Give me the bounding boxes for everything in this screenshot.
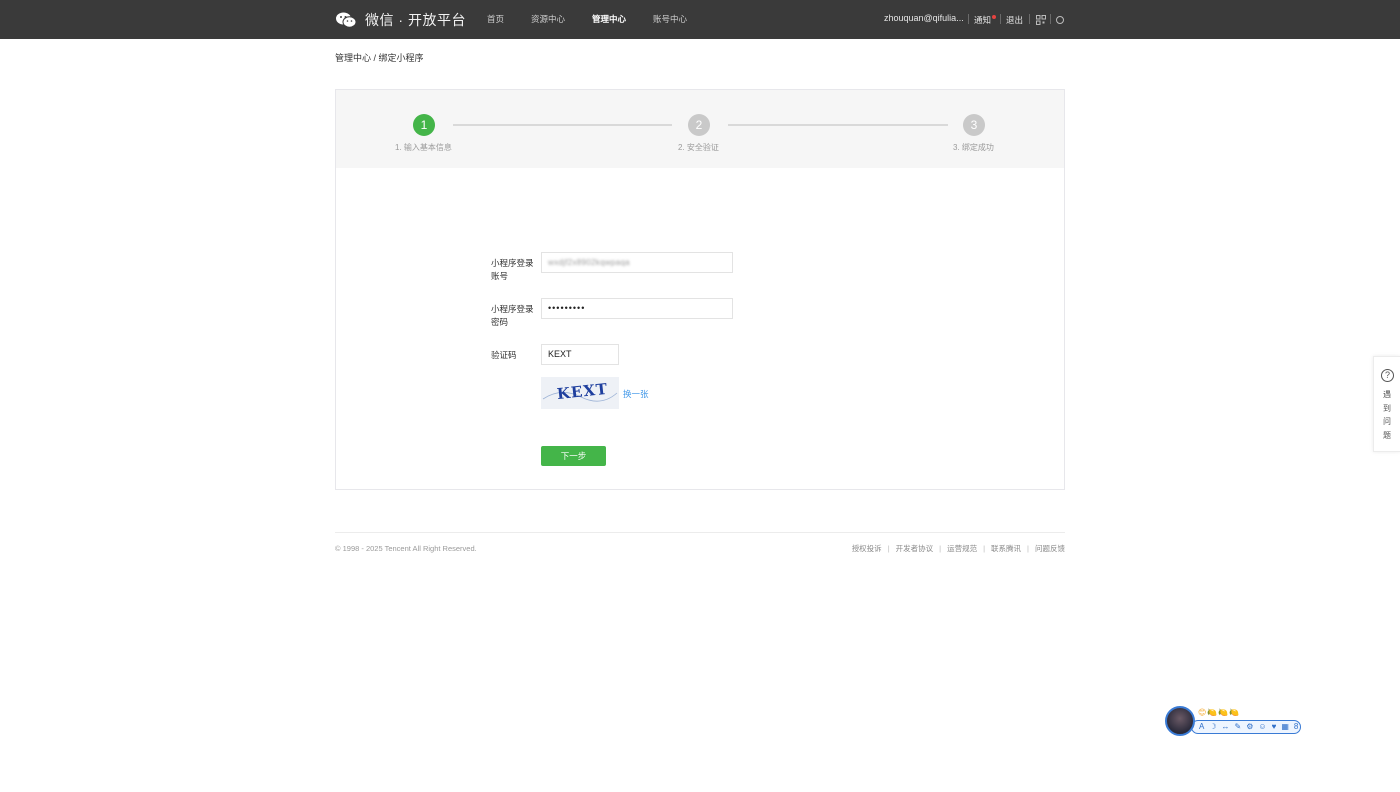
divider: |: [887, 544, 890, 553]
translate-icon[interactable]: ↔: [1222, 722, 1230, 732]
wechat-logo[interactable]: 微信 · 开放平台: [335, 9, 466, 31]
nav-management-center[interactable]: 管理中心: [592, 13, 626, 25]
footer-link-report[interactable]: 授权投诉: [852, 544, 882, 553]
footer-link-feedback[interactable]: 问题反馈: [1035, 544, 1065, 553]
floating-toolbar-widget[interactable]: A ☽ ↔ ✎ ⚙ ☺ ♥ ▦ 8 😊🍋🍋🍋: [1165, 706, 1303, 738]
user-account[interactable]: zhouquan@qifulia...: [884, 13, 964, 23]
divider: [1029, 14, 1030, 24]
footer-link-operation-rules[interactable]: 运营规范: [947, 544, 977, 553]
footer-link-developer-agreement[interactable]: 开发者协议: [896, 544, 934, 553]
bind-miniprogram-panel: 1 1. 输入基本信息 2 2. 安全验证 3 3. 绑定成功: [335, 89, 1065, 490]
settings-icon[interactable]: [1056, 16, 1064, 24]
password-value: •••••••••: [548, 303, 586, 313]
avatar[interactable]: [1165, 706, 1195, 736]
question-icon: ?: [1381, 369, 1394, 382]
number-icon[interactable]: 8: [1294, 722, 1298, 732]
step-2-label: 2. 安全验证: [678, 143, 719, 152]
divider: [1000, 14, 1001, 24]
captcha-image-text: KEXT: [556, 380, 609, 403]
step-3-label: 3. 绑定成功: [953, 143, 994, 152]
divider: |: [983, 544, 986, 553]
captcha-image[interactable]: KEXT: [541, 377, 619, 409]
password-label: 小程序登录密码: [491, 304, 534, 327]
divider: [1050, 14, 1051, 24]
smile-icon[interactable]: ☺: [1258, 722, 1266, 732]
font-icon[interactable]: A: [1199, 722, 1204, 732]
step-1-circle: 1: [413, 114, 435, 136]
account-input[interactable]: wxdjf2x8902kqwpaqa: [541, 252, 733, 273]
step-connector: [453, 124, 672, 126]
notice-badge-dot: [992, 15, 996, 19]
captcha-input[interactable]: KEXT: [541, 344, 619, 365]
nav-home[interactable]: 首页: [487, 13, 504, 25]
help-text: 遇到问题: [1383, 390, 1391, 440]
captcha-label: 验证码: [491, 350, 517, 360]
account-label: 小程序登录账号: [491, 258, 534, 281]
qrcode-icon[interactable]: [1036, 15, 1046, 25]
change-captcha-link[interactable]: 换一张: [623, 388, 649, 400]
breadcrumb: 管理中心 / 绑定小程序: [335, 53, 424, 63]
password-input[interactable]: •••••••••: [541, 298, 733, 319]
captcha-graphic: KEXT: [542, 380, 618, 403]
footer-links: 授权投诉 | 开发者协议 | 运营规范 | 联系腾讯 | 问题反馈: [852, 543, 1065, 554]
divider: |: [1027, 544, 1029, 553]
logout-link[interactable]: 退出: [1006, 14, 1023, 26]
wechat-icon: [336, 12, 357, 28]
help-float-button[interactable]: ? 遇到问题: [1373, 356, 1400, 452]
emoji-row: 😊🍋🍋🍋: [1198, 708, 1241, 717]
step-3-circle: 3: [963, 114, 985, 136]
footer-divider: [335, 532, 1065, 533]
step-1-label: 1. 输入基本信息: [395, 143, 452, 152]
step-connector: [728, 124, 948, 126]
nav-account-center[interactable]: 账号中心: [653, 13, 687, 25]
heart-icon[interactable]: ♥: [1272, 722, 1277, 732]
grid-icon[interactable]: ▦: [1281, 722, 1289, 732]
nav-resource-center[interactable]: 资源中心: [531, 13, 565, 25]
notice-link[interactable]: 通知: [974, 14, 991, 26]
footer-link-contact[interactable]: 联系腾讯: [991, 544, 1021, 553]
top-navigation-bar: 微信 · 开放平台 首页 资源中心 管理中心 账号中心 zhouquan@qif…: [0, 0, 1400, 39]
account-value: wxdjf2x8902kqwpaqa: [548, 258, 630, 267]
settings-icon[interactable]: ⚙: [1246, 722, 1253, 732]
step-2-circle: 2: [688, 114, 710, 136]
divider: |: [939, 544, 942, 553]
divider: [968, 14, 969, 24]
platform-title: 微信 · 开放平台: [365, 12, 466, 28]
toolbar-bar: A ☽ ↔ ✎ ⚙ ☺ ♥ ▦ 8: [1191, 720, 1301, 734]
moon-icon[interactable]: ☽: [1209, 722, 1216, 732]
captcha-value: KEXT: [548, 349, 572, 359]
step-indicator: 1 1. 输入基本信息 2 2. 安全验证 3 3. 绑定成功: [336, 90, 1064, 168]
copyright-text: © 1998 - 2025 Tencent All Right Reserved…: [335, 544, 477, 553]
pen-icon[interactable]: ✎: [1235, 722, 1242, 732]
next-step-button[interactable]: 下一步: [541, 446, 606, 466]
